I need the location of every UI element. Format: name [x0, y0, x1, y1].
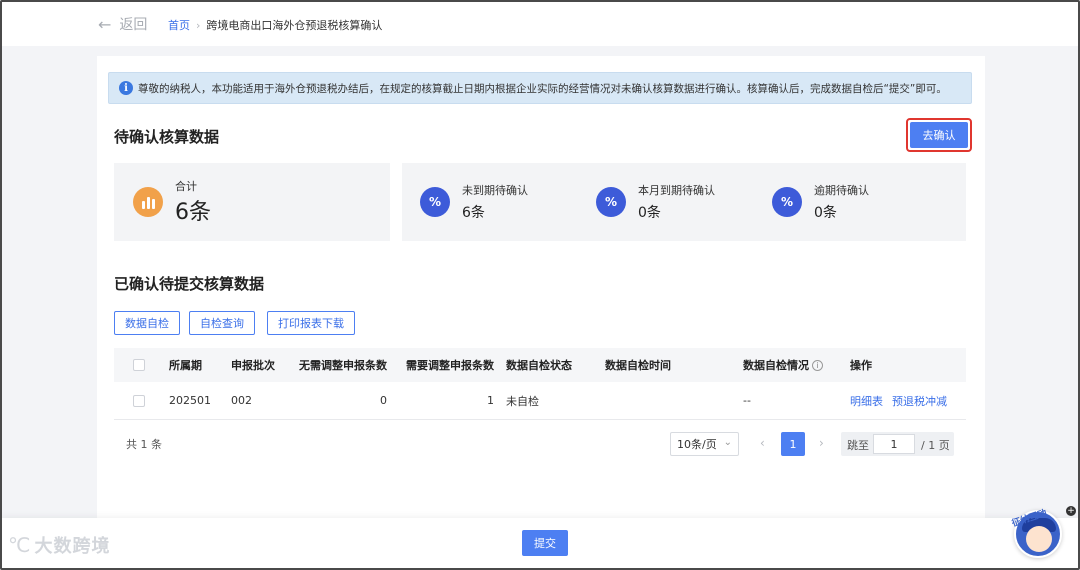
submit-button[interactable]: 提交 [522, 530, 568, 556]
tax-icon: % [596, 187, 626, 217]
table-header: 所属期 申报批次 无需调整申报条数 需要调整申报条数 数据自检状态 数据自检时间… [114, 348, 966, 382]
self-check-button[interactable]: 数据自检 [114, 311, 180, 335]
bottom-bar: ℃ 大数跨境 提交 [2, 518, 1078, 568]
confirmed-section-title: 已确认待提交核算数据 [114, 275, 265, 293]
bar-chart-icon [133, 187, 163, 217]
total-count: 共 1 条 [126, 438, 162, 451]
assistant-face [1026, 526, 1052, 552]
col-check-result-label: 数据自检情况 [743, 359, 809, 372]
page-jump: 跳至 / 1 页 [841, 432, 954, 456]
cell-check-status: 未自检 [506, 394, 539, 408]
cell-need-adjust: 1 [487, 394, 494, 407]
stat-due-this-month-value: 0条 [638, 205, 661, 221]
chevron-down-icon: ⌄ [723, 437, 732, 448]
col-period: 所属期 [169, 359, 202, 372]
stat-total: 合计 6条 [133, 163, 211, 241]
breadcrumb-current: 跨境电商出口海外仓预退税核算确认 [206, 19, 383, 32]
data-table: 所属期 申报批次 无需调整申报条数 需要调整申报条数 数据自检状态 数据自检时间… [114, 348, 966, 420]
jump-input[interactable] [873, 434, 915, 454]
confirm-button-highlight: 去确认 [906, 118, 972, 152]
top-bar: ← 返回 首页 › 跨境电商出口海外仓预退税核算确认 [2, 2, 1078, 46]
col-batch: 申报批次 [231, 359, 275, 372]
check-query-button[interactable]: 自检查询 [189, 311, 255, 335]
next-page-icon[interactable]: › [819, 436, 824, 450]
col-no-adjust: 无需调整申报条数 [299, 359, 387, 372]
watermark-logo-icon: ℃ [8, 533, 31, 557]
stat-overdue-label: 逾期待确认 [814, 184, 869, 197]
detail-link[interactable]: 明细表 [850, 393, 883, 409]
breadcrumb: 首页 › 跨境电商出口海外仓预退税核算确认 [168, 17, 382, 33]
stat-total-card: 合计 6条 [114, 163, 390, 241]
stat-due-this-month-label: 本月到期待确认 [638, 184, 715, 197]
close-icon[interactable]: + [1066, 506, 1076, 516]
stat-not-due-label: 未到期待确认 [462, 184, 528, 197]
breadcrumb-home[interactable]: 首页 [168, 17, 190, 33]
tax-icon: % [772, 187, 802, 217]
cell-period: 202501 [169, 394, 211, 407]
select-all-checkbox[interactable] [133, 359, 145, 371]
col-check-status: 数据自检状态 [506, 359, 572, 372]
stat-total-label: 合计 [175, 180, 197, 193]
info-icon: i [119, 81, 133, 95]
pending-section-title: 待确认核算数据 [114, 128, 220, 146]
help-icon[interactable]: i [812, 359, 823, 371]
table-row: 202501 002 0 1 未自检 -- 明细表 预退税冲减 [114, 382, 966, 420]
back-arrow-icon: ← [98, 14, 112, 34]
jump-label: 跳至 [847, 439, 869, 452]
col-check-result: 数据自检情况 i [743, 348, 823, 382]
chevron-right-icon: › [196, 18, 201, 32]
page-total: / 1 页 [921, 439, 950, 452]
stat-overdue: % 逾期待确认 0条 [772, 163, 869, 241]
prev-page-icon[interactable]: ‹ [760, 436, 765, 450]
page-size-value: 10条/页 [677, 438, 717, 451]
cell-no-adjust: 0 [380, 394, 387, 407]
col-check-time: 数据自检时间 [605, 359, 671, 372]
row-checkbox[interactable] [133, 394, 145, 407]
stat-total-value: 6条 [175, 200, 211, 225]
stat-overdue-value: 0条 [814, 205, 837, 221]
stat-breakdown-card: % 未到期待确认 6条 % 本月到期待确认 0条 % 逾期待确认 0条 [402, 163, 966, 241]
col-need-adjust: 需要调整申报条数 [406, 359, 494, 372]
cell-check-result: -- [743, 394, 751, 407]
back-label: 返回 [119, 17, 148, 33]
main-card: i 尊敬的纳税人，本功能适用于海外仓预退税办结后，在规定的核算截止日期内根据企业… [97, 56, 985, 526]
stat-due-this-month: % 本月到期待确认 0条 [596, 163, 715, 241]
stat-not-due-value: 6条 [462, 205, 485, 221]
notice-banner: i 尊敬的纳税人，本功能适用于海外仓预退税办结后，在规定的核算截止日期内根据企业… [108, 72, 972, 104]
cell-batch: 002 [231, 394, 252, 407]
watermark: ℃ 大数跨境 [8, 532, 110, 558]
print-download-button[interactable]: 打印报表下载 [267, 311, 355, 335]
back-button[interactable]: ← 返回 [98, 14, 147, 34]
page-1-button[interactable]: 1 [781, 432, 805, 456]
tax-icon: % [420, 187, 450, 217]
stat-not-due: % 未到期待确认 6条 [420, 163, 528, 241]
go-confirm-button[interactable]: 去确认 [910, 122, 968, 148]
watermark-text: 大数跨境 [34, 536, 111, 557]
page-size-select[interactable]: 10条/页 ⌄ [670, 432, 739, 456]
offset-link[interactable]: 预退税冲减 [892, 393, 947, 409]
notice-text: 尊敬的纳税人，本功能适用于海外仓预退税办结后，在规定的核算截止日期内根据企业实际… [138, 82, 947, 95]
col-actions: 操作 [850, 359, 872, 372]
